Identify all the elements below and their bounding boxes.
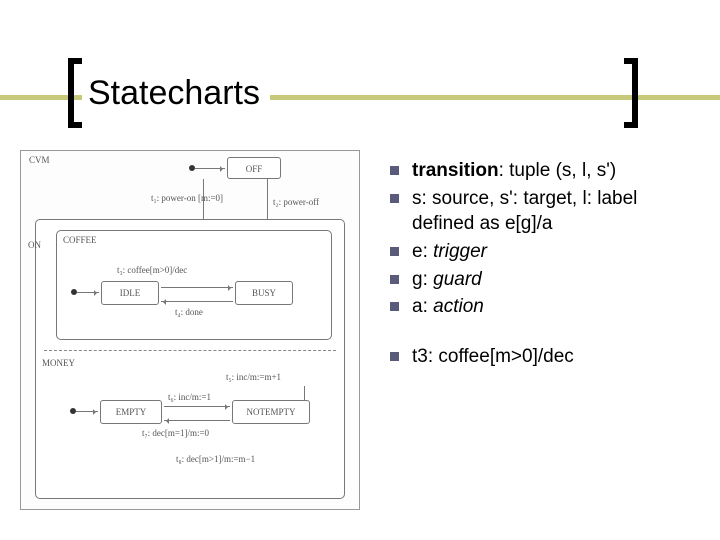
bullet-list: transition: tuple (s, l, s') s: source, … (360, 150, 700, 530)
label-t2: t₂: power-off (273, 197, 319, 207)
label-t8: t₈: dec[m>1]/m:=m−1 (176, 454, 255, 464)
bullet-action: a: action (390, 294, 700, 320)
page-title: Statecharts (82, 74, 270, 113)
region-money: t₅: inc/m:=m+1 EMPTY t₆: inc/m:=1 t₇: de… (56, 372, 332, 488)
label-money: MONEY (42, 358, 75, 368)
state-empty: EMPTY (100, 400, 162, 424)
bullet-trigger-it: trigger (433, 241, 487, 262)
state-on: ON COFFEE t₃: coffee[m>0]/dec IDLE t₄: d… (35, 219, 345, 499)
bullet-transition: transition: tuple (s, l, s') (390, 158, 700, 184)
label-t5: t₅: inc/m:=m+1 (226, 372, 281, 382)
bullet-action-it: action (433, 296, 484, 317)
label-t6: t₆: inc/m:=1 (168, 392, 211, 402)
bullet-trigger: e: trigger (390, 239, 700, 265)
label-coffee: COFFEE (63, 235, 97, 245)
arrow-notempty-empty (164, 420, 230, 421)
arrow-busy-idle (161, 301, 233, 302)
label-on: ON (28, 240, 41, 250)
label-cvm: CVM (29, 155, 50, 165)
bullet-gap (390, 322, 700, 344)
label-t4: t₄: done (175, 307, 203, 317)
state-off: OFF (227, 157, 281, 179)
orthogonal-separator (44, 350, 336, 351)
arrow-idle-busy (161, 287, 233, 288)
arrow-empty-notempty (164, 406, 230, 407)
bullet-source-target: s: source, s': target, l: label defined … (390, 186, 700, 237)
bullet-guard-pre: g: (412, 269, 433, 290)
bracket-left-icon (68, 58, 82, 128)
arrow-t5-loop1 (304, 386, 305, 400)
statechart-diagram: CVM OFF t₁: power-on [m:=0] t₂: power-of… (20, 150, 360, 510)
bullet-example-t3: t3: coffee[m>0]/dec (390, 344, 700, 370)
bracket-right-icon (624, 58, 638, 128)
bullet-trigger-pre: e: (412, 241, 433, 262)
title-block: Statecharts (68, 58, 270, 128)
label-t7: t₇: dec[m=1]/m:=0 (142, 428, 209, 438)
state-notempty: NOTEMPTY (232, 400, 310, 424)
bullet-transition-bold: transition (412, 160, 499, 181)
arrow-init-off (195, 168, 225, 169)
arrow-on-off (267, 179, 268, 219)
arrow-init-empty (76, 411, 98, 412)
bullet-action-pre: a: (412, 296, 433, 317)
bullet-transition-rest: : tuple (s, l, s') (499, 160, 617, 181)
label-t3: t₃: coffee[m>0]/dec (117, 265, 237, 275)
state-busy: BUSY (235, 281, 293, 305)
bullet-guard: g: guard (390, 267, 700, 293)
state-idle: IDLE (101, 281, 159, 305)
bullet-guard-it: guard (433, 269, 482, 290)
state-coffee: COFFEE t₃: coffee[m>0]/dec IDLE t₄: done… (56, 230, 332, 340)
content-row: CVM OFF t₁: power-on [m:=0] t₂: power-of… (20, 150, 700, 530)
arrow-init-idle (77, 292, 99, 293)
label-t1: t₁: power-on [m:=0] (151, 193, 223, 203)
